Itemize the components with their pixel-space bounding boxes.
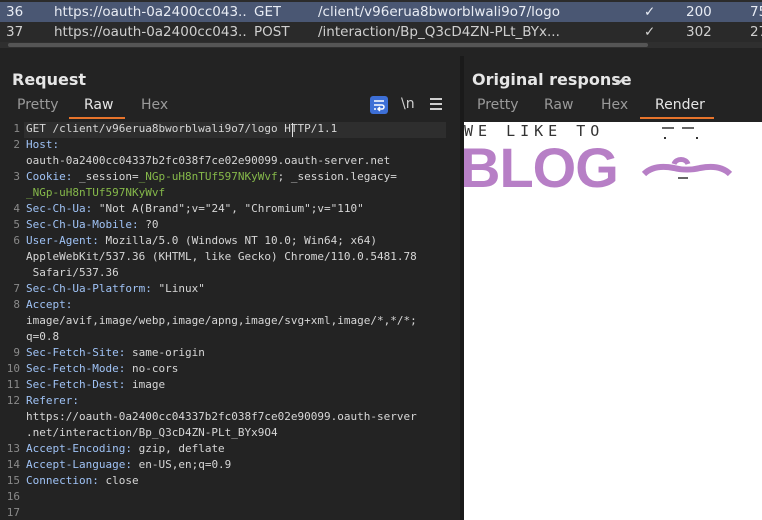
line-number: 3 (13, 170, 20, 183)
active-tab-indicator (69, 117, 125, 119)
tab-pretty[interactable]: Pretty (477, 97, 519, 113)
line-number: 5 (13, 218, 20, 231)
table-row[interactable]: 37 https://oauth-0a2400cc043... POST /in… (0, 22, 762, 42)
request-line-text: q=0.8 (26, 330, 60, 343)
request-line-text: Accept: (26, 298, 73, 311)
request-line-text: Sec-Ch-Ua: "Not A(Brand";v="24", "Chromi… (26, 202, 364, 215)
response-title: Original response (472, 70, 632, 89)
tab-hex[interactable]: Hex (141, 97, 168, 113)
http-history-table: 36 https://oauth-0a2400cc043... GET /cli… (0, 0, 762, 48)
tab-hex[interactable]: Hex (601, 97, 628, 113)
request-line-text: User-Agent: Mozilla/5.0 (Windows NT 10.0… (26, 234, 378, 247)
row-url: /client/v96erua8bworblwali9o7/logo (318, 4, 560, 20)
row-length: 27 (750, 24, 762, 40)
raw-request-editor[interactable]: 1 GET /client/v96erua8bworblwali9o7/logo … (0, 122, 458, 520)
tab-raw[interactable]: Raw (544, 97, 573, 113)
row-edited-check: ✓ (644, 24, 656, 40)
line-number: 11 (6, 378, 20, 391)
line-number: 12 (6, 394, 20, 407)
line-number: 8 (13, 298, 20, 311)
word-wrap-toggle-button[interactable] (370, 96, 388, 114)
row-method: GET (254, 4, 282, 20)
row-url: /interaction/Bp_Q3cD4ZN-PLt_BYx... (318, 24, 560, 40)
line-number: 9 (13, 346, 20, 359)
request-line-text: Cookie: _session=_NGp-uH8nTUf597NKyWvf; … (26, 170, 397, 183)
request-line-text: Sec-Ch-Ua-Mobile: ?0 (26, 218, 159, 231)
line-number: 7 (13, 282, 20, 295)
row-host: https://oauth-0a2400cc043... (54, 4, 246, 20)
request-line-text: .net/interaction/Bp_Q3cD4ZN-PLt_BYx9O4 (26, 426, 278, 439)
request-line-text: Safari/537.36 (26, 266, 119, 279)
table-row[interactable]: 36 https://oauth-0a2400cc043... GET /cli… (0, 2, 762, 22)
line-number: 16 (6, 490, 20, 503)
show-newlines-button[interactable]: \n (401, 96, 415, 112)
request-line-text: AppleWebKit/537.36 (KHTML, like Gecko) C… (26, 250, 417, 263)
line-number: 10 (6, 362, 20, 375)
row-method: POST (254, 24, 290, 40)
line-number: 15 (6, 474, 20, 487)
hamburger-menu-icon[interactable] (430, 98, 442, 110)
row-number: 37 (6, 24, 24, 40)
request-title: Request (12, 70, 87, 89)
request-line-text: Accept-Encoding: gzip, deflate (26, 442, 225, 455)
text-caret (292, 123, 293, 137)
row-status: 200 (686, 4, 712, 20)
row-length: 75 (750, 4, 762, 20)
row-host: https://oauth-0a2400cc043... (54, 24, 246, 40)
row-number: 36 (6, 4, 24, 20)
tab-raw[interactable]: Raw (84, 97, 113, 113)
logo-wordmark: BLOG (464, 136, 619, 199)
response-panel: Original response Pretty Raw Hex Render … (464, 56, 762, 520)
line-number: 2 (13, 138, 20, 151)
line-number: 14 (6, 458, 20, 471)
request-line-text: Sec-Ch-Ua-Platform: "Linux" (26, 282, 205, 295)
request-line-text: Referer: (26, 394, 79, 407)
line-number: 1 (13, 122, 20, 135)
request-line-text: Accept-Language: en-US,en;q=0.9 (26, 458, 232, 471)
request-line-text: Sec-Fetch-Dest: image (26, 378, 166, 391)
logo-face-icon (641, 127, 733, 179)
request-line-text: Sec-Fetch-Mode: no-cors (26, 362, 179, 375)
line-number: 6 (13, 234, 20, 247)
tab-pretty[interactable]: Pretty (17, 97, 59, 113)
row-status: 302 (686, 24, 712, 40)
wrap-icon (374, 100, 385, 112)
active-tab-indicator (640, 117, 714, 119)
request-line-text: Connection: close (26, 474, 139, 487)
tab-render[interactable]: Render (655, 97, 705, 113)
request-line-text: Host: (26, 138, 60, 151)
request-line-text: https://oauth-0a2400cc04337b2fc038f7ce02… (26, 410, 417, 423)
request-line-text: GET /client/v96erua8bworblwali9o7/logo H… (26, 122, 338, 135)
rendered-response: WE LIKE TO BLOG (464, 122, 762, 520)
line-number: 17 (6, 506, 20, 519)
request-line-text: image/avif,image/webp,image/apng,image/s… (26, 314, 417, 327)
history-horizontal-scrollbar[interactable] (0, 42, 762, 48)
line-number: 13 (6, 442, 20, 455)
request-line-text: _NGp-uH8nTUf597NKyWvf (26, 186, 166, 199)
line-number: 4 (13, 202, 20, 215)
request-line-text: Sec-Fetch-Site: same-origin (26, 346, 205, 359)
request-panel: Request Pretty Raw Hex \n 1 GET /client/v… (0, 56, 460, 520)
row-edited-check: ✓ (644, 4, 656, 20)
request-line-text: oauth-0a2400cc04337b2fc038f7ce02e90099.o… (26, 154, 391, 167)
